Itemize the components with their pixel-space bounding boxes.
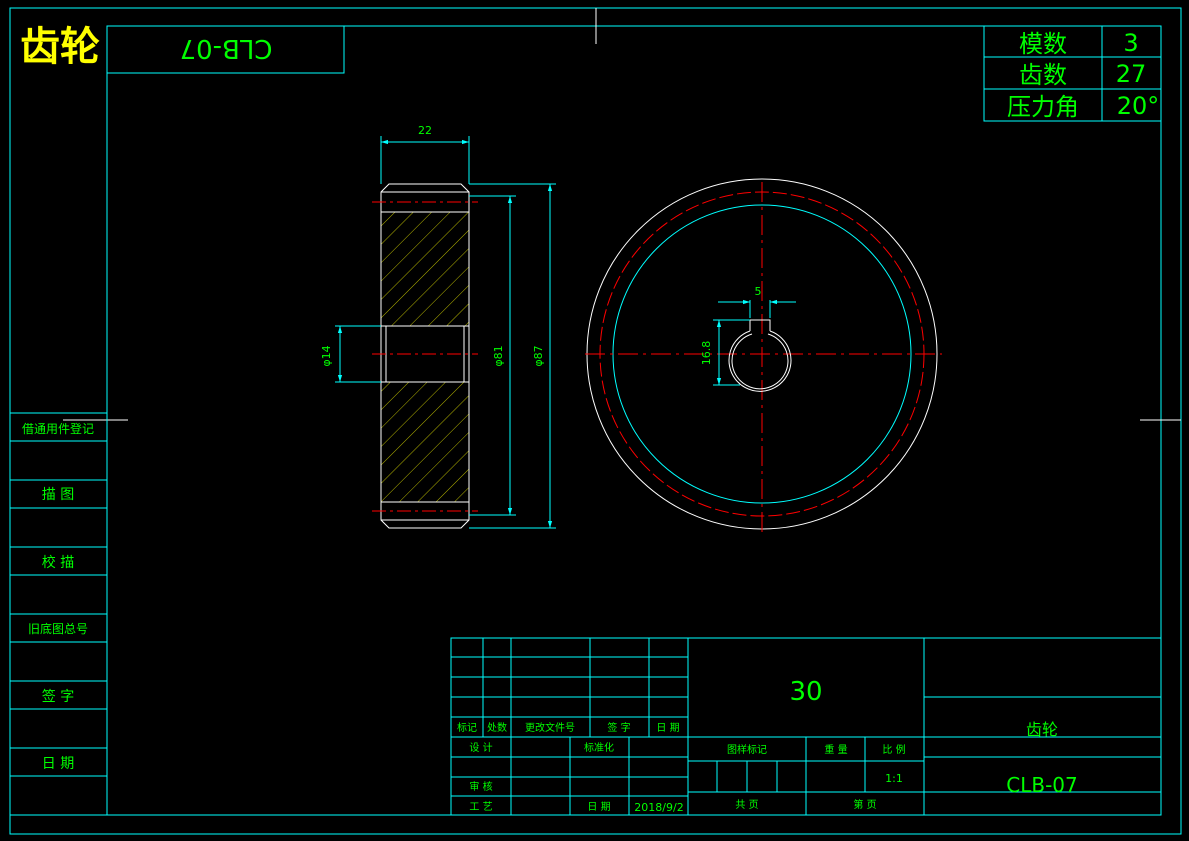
left-record-strip: 借通用件登记 描 图 校 描 旧底图总号 签 字 日 期 [9,412,108,816]
dim-keyway-width: 5 [755,285,762,298]
tb-date-value: 2018/9/2 [634,801,683,814]
sheet-border [9,7,1182,835]
tb-weight-label: 重 量 [824,743,847,756]
param-value-teeth: 27 [1116,60,1147,88]
dim-keyway-height: 16.8 [700,341,713,366]
strip-label-old-number: 旧底图总号 [28,621,88,636]
param-label-pressure-angle: 压力角 [1007,93,1079,121]
param-value-pressure-angle: 20° [1117,92,1160,120]
tb-date-label: 日 期 [587,801,610,813]
dim-root: φ81 [492,345,505,366]
tb-sheet-label: 第 页 [853,798,876,811]
strip-label-tracing: 描 图 [42,487,74,503]
tb-scale-label: 比 例 [882,743,905,756]
tb-scale-value: 1:1 [885,772,903,785]
gear-parameter-table: 模数 3 齿数 27 压力角 20° [983,25,1162,122]
drawing-title: 齿轮 [20,24,100,70]
tb-hdr-count: 处数 [487,721,507,734]
tb-material: 30 [789,677,822,707]
tb-hdr-date: 日 期 [656,722,679,734]
strip-label-registry: 借通用件登记 [22,421,94,436]
tb-review: 审 核 [469,780,492,793]
tb-design: 设 计 [469,741,492,754]
dim-bore: φ14 [320,345,333,366]
tb-part-name: 齿轮 [1026,720,1058,739]
strip-label-signature: 签 字 [42,688,74,705]
tb-process: 工 艺 [469,801,492,813]
dim-outer: φ87 [532,345,545,366]
strip-label-check: 校 描 [42,554,74,571]
tb-total-label: 共 页 [735,799,758,811]
param-value-module: 3 [1123,29,1138,57]
tb-part-code: CLB-07 [1006,773,1078,797]
tb-hdr-mark: 标记 [457,722,477,734]
strip-label-date: 日 期 [42,756,74,772]
cad-drawing-sheet: 齿轮 CLB-07 模数 3 齿数 27 压力角 20° 22 φ14 φ81 … [9,7,1182,835]
code-box-text: CLB-07 [180,33,273,63]
param-label-teeth: 齿数 [1019,61,1067,89]
tb-hdr-doc: 更改文件号 [525,721,575,734]
title-block: 标记 处数 更改文件号 签 字 日 期 设 计 标准化 审 核 工 艺 日 期 … [450,637,1162,816]
tb-hdr-sign: 签 字 [607,721,630,734]
tb-standard: 标准化 [584,741,614,754]
dim-width: 22 [418,124,432,137]
gear-section-view [372,183,478,529]
gear-front-view [585,178,942,532]
tb-stage-label: 图样标记 [727,743,767,756]
param-label-module: 模数 [1019,30,1067,58]
